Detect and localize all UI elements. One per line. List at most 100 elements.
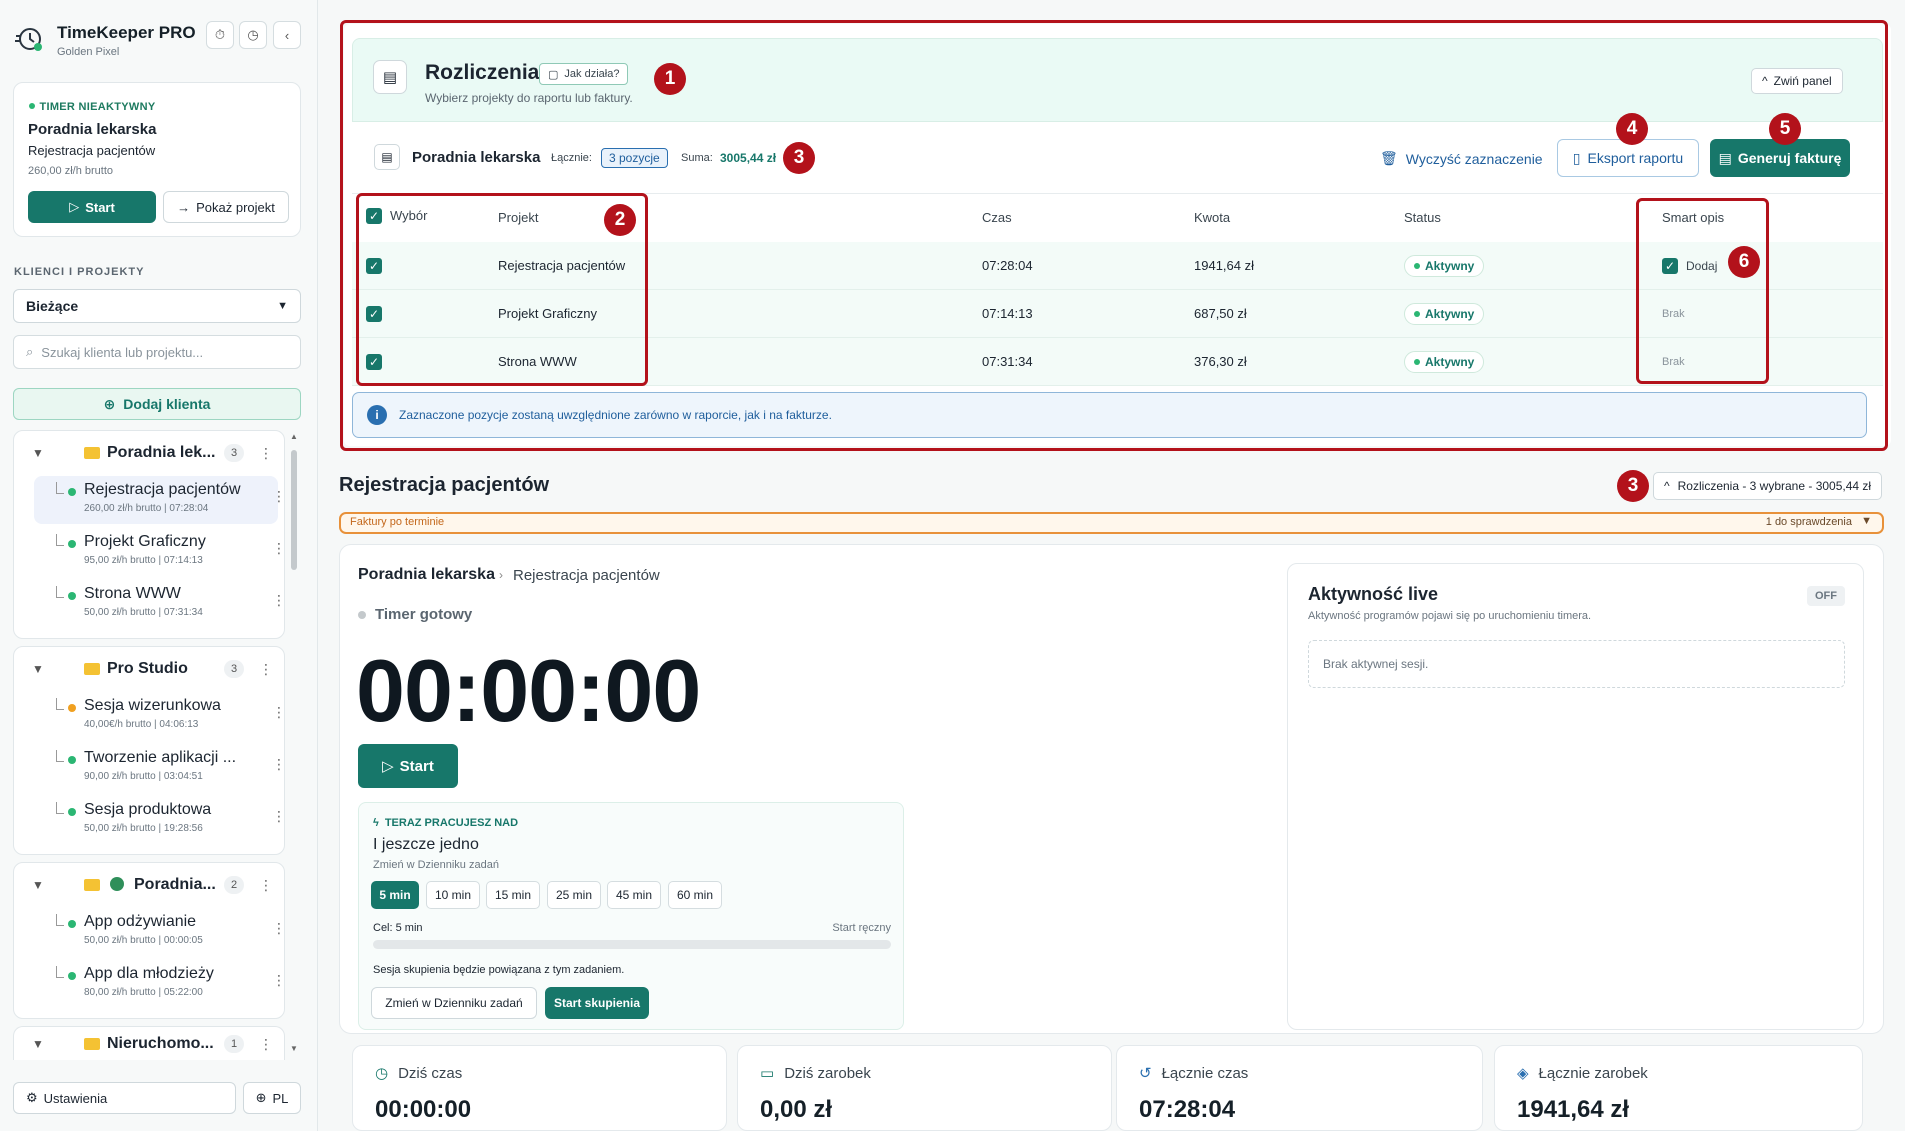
play-icon: ▷ — [382, 758, 394, 775]
annotation-badge: 1 — [654, 63, 686, 95]
focus-change-link[interactable]: Zmień w Dzienniku zadań — [373, 859, 499, 871]
folder-icon — [84, 447, 100, 459]
filter-select[interactable]: Bieżące ▼ — [13, 289, 301, 323]
timer-status: Timer gotowy — [358, 606, 472, 623]
tree-branch-icon — [56, 750, 64, 762]
language-button[interactable]: ⊕ PL — [243, 1082, 301, 1114]
duration-chip-10[interactable]: 10 min — [426, 881, 480, 909]
project-item[interactable]: App dla młodzieży 80,00 zł/h brutto | 05:… — [34, 960, 286, 1008]
project-meta: 50,00 zł/h brutto | 19:28:56 — [84, 823, 203, 834]
collapse-sidebar-button[interactable]: ‹ — [273, 21, 301, 49]
more-icon[interactable]: ⋮ — [259, 661, 273, 678]
breadcrumb-separator-icon: › — [499, 568, 503, 582]
project-meta: 80,00 zł/h brutto | 05:22:00 — [84, 987, 203, 998]
caret-down-icon: ▼ — [32, 878, 44, 892]
project-item[interactable]: Strona WWW 50,00 zł/h brutto | 07:31:34 ⋮ — [34, 580, 286, 628]
project-count: 2 — [224, 876, 244, 894]
more-icon[interactable]: ⋮ — [272, 972, 286, 989]
stat-label: ◈ Łącznie zarobek — [1517, 1064, 1648, 1083]
app-title: TimeKeeper PRO — [57, 23, 196, 42]
sidebar-scrollbar[interactable]: ▲ ▼ — [290, 432, 298, 1057]
client-group-header[interactable]: ▼ Nieruchomo... 1 ⋮ — [14, 1027, 284, 1060]
tree-branch-icon — [56, 698, 64, 710]
annotation-badge: 4 — [1616, 113, 1648, 145]
more-icon[interactable]: ⋮ — [272, 592, 286, 609]
scroll-thumb[interactable] — [291, 450, 297, 570]
focus-mode: Start ręczny — [832, 922, 891, 934]
breadcrumb-client[interactable]: Poradnia lekarska — [358, 566, 495, 584]
project-name: Sesja wizerunkowa — [84, 697, 221, 714]
client-group-header[interactable]: ▼ Pro Studio 3 ⋮ — [14, 647, 284, 691]
live-activity-card: Aktywność live OFF Aktywność programów p… — [1287, 563, 1864, 1030]
focus-progress-bar — [373, 940, 891, 949]
more-icon[interactable]: ⋮ — [272, 756, 286, 773]
duration-chip-25[interactable]: 25 min — [547, 881, 601, 909]
project-item[interactable]: Rejestracja pacjentów 260,00 zł/h brutto … — [34, 476, 286, 524]
show-project-button[interactable]: → Pokaż projekt — [163, 191, 289, 223]
more-icon[interactable]: ⋮ — [272, 488, 286, 505]
project-item[interactable]: Tworzenie aplikacji ... 90,00 zł/h brutto… — [34, 744, 286, 792]
folder-icon — [84, 1038, 100, 1050]
annotation-box — [1636, 198, 1769, 384]
timer-start-button[interactable]: ▷ Start — [358, 744, 458, 788]
project-item[interactable]: Sesja wizerunkowa 40,00€/h brutto | 04:06… — [34, 692, 286, 740]
stat-card: ◈ Łącznie zarobek 1941,64 zł — [1494, 1045, 1863, 1131]
history-icon: ↺ — [1139, 1065, 1152, 1082]
duration-chip-45[interactable]: 45 min — [607, 881, 661, 909]
overdue-label: Faktury po terminie — [350, 516, 445, 528]
focus-note: Sesja skupienia będzie powiązana z tym z… — [373, 964, 625, 976]
project-status-dot — [68, 808, 76, 816]
project-meta: 260,00 zł/h brutto | 07:28:04 — [84, 503, 209, 514]
client-group-header[interactable]: ▼ Poradnia... 2 ⋮ — [14, 863, 284, 907]
more-icon[interactable]: ⋮ — [259, 445, 273, 462]
stat-value: 1941,64 zł — [1517, 1096, 1630, 1123]
duration-chip-60[interactable]: 60 min — [668, 881, 722, 909]
more-icon[interactable]: ⋮ — [272, 540, 286, 557]
stopwatch-button[interactable]: ⏱ — [206, 21, 234, 49]
timer-display: 00:00:00 — [356, 641, 701, 740]
project-item[interactable]: App odżywianie 50,00 zł/h brutto | 00:00:… — [34, 908, 286, 956]
search-input[interactable]: ⌕ Szukaj klienta lub projektu... — [13, 335, 301, 369]
live-subtitle: Aktywność programów pojawi się po urucho… — [1308, 610, 1592, 622]
client-group-header[interactable]: ▼ Poradnia lek... 3 ⋮ — [14, 431, 284, 475]
tree-branch-icon — [56, 914, 64, 926]
settings-button[interactable]: ⚙ Ustawienia — [13, 1082, 236, 1114]
caret-down-icon: ▼ — [32, 662, 44, 676]
sidebar-start-button[interactable]: ▷ Start — [28, 191, 156, 223]
add-client-button[interactable]: ⊕ Dodaj klienta — [13, 388, 301, 420]
tree-branch-icon — [56, 534, 64, 546]
client-group: ▼ Poradnia lek... 3 ⋮ Rejestracja pacjen… — [13, 430, 286, 639]
project-item[interactable]: Sesja produktowa 50,00 zł/h brutto | 19:2… — [34, 796, 286, 844]
folder-icon — [84, 663, 100, 675]
project-name: Projekt Graficzny — [84, 533, 206, 550]
play-icon: ▷ — [69, 199, 80, 214]
focus-goal: Cel: 5 min — [373, 922, 423, 934]
clock-icon: ◷ — [375, 1065, 389, 1082]
rozliczenia-chip-button[interactable]: ^ Rozliczenia - 3 wybrane - 3005,44 zł — [1653, 472, 1883, 500]
tree-branch-icon — [56, 586, 64, 598]
stat-value: 07:28:04 — [1139, 1096, 1236, 1123]
coins-icon: ◈ — [1517, 1065, 1529, 1082]
focus-header: ϟ TERAZ PRACUJESZ NAD — [373, 817, 519, 829]
caret-down-icon: ▼ — [32, 446, 44, 460]
duration-chip-15[interactable]: 15 min — [486, 881, 540, 909]
more-icon[interactable]: ⋮ — [259, 877, 273, 894]
project-item[interactable]: Projekt Graficzny 95,00 zł/h brutto | 07:… — [34, 528, 286, 576]
client-group: ▼ Pro Studio 3 ⋮ Sesja wizerunkowa 40,00€… — [13, 646, 286, 855]
project-name: Tworzenie aplikacji ... — [84, 749, 237, 766]
start-focus-button[interactable]: Start skupienia — [545, 987, 649, 1019]
overdue-bar[interactable]: Faktury po terminie 1 do sprawdzenia ▼ — [339, 512, 1884, 534]
more-icon[interactable]: ⋮ — [272, 808, 286, 825]
project-count: 3 — [224, 660, 244, 678]
annotation-badge: 5 — [1769, 113, 1801, 145]
duration-chip-5[interactable]: 5 min — [371, 881, 419, 909]
timer-card: TIMER NIEAKTYWNY Poradnia lekarska Rejes… — [13, 82, 301, 237]
history-button[interactable]: ◷ — [239, 21, 267, 49]
more-icon[interactable]: ⋮ — [259, 1036, 273, 1053]
project-name: App odżywianie — [84, 913, 197, 930]
change-task-button[interactable]: Zmień w Dzienniku zadań — [371, 987, 537, 1019]
more-icon[interactable]: ⋮ — [272, 920, 286, 937]
more-icon[interactable]: ⋮ — [272, 704, 286, 721]
client-name: Pro Studio — [107, 660, 188, 677]
page-title: Rejestracja pacjentów — [339, 474, 550, 496]
